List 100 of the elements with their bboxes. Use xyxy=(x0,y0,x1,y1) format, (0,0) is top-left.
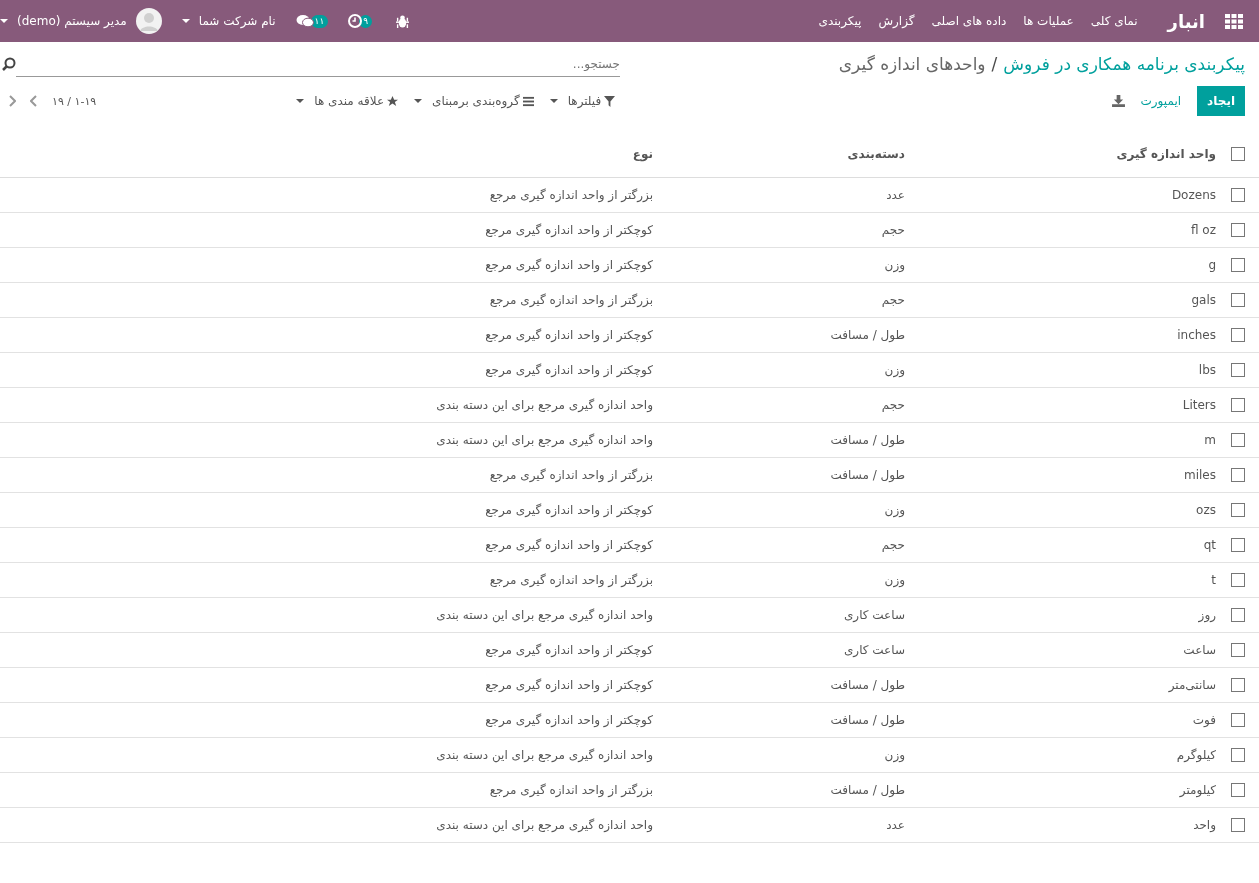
table-cell: عدد xyxy=(654,807,925,843)
table-cell: کوچکتر از واحد اندازه گیری مرجع xyxy=(0,317,654,353)
row-checkbox[interactable] xyxy=(1231,783,1245,798)
table-cell: m xyxy=(925,422,1217,458)
import-link[interactable]: ایمپورت xyxy=(1140,94,1182,108)
row-checkbox[interactable] xyxy=(1231,818,1245,833)
filter-dropdown[interactable]: علاقه مندی ها xyxy=(296,94,399,108)
table-cell: بزرگتر از واحد اندازه گیری مرجع xyxy=(0,562,654,598)
row-checkbox[interactable] xyxy=(1231,398,1245,413)
row-checkbox[interactable] xyxy=(1231,223,1245,238)
table-cell: بزرگتر از واحد اندازه گیری مرجع xyxy=(0,177,654,213)
table-cell: lbs xyxy=(925,352,1217,388)
table-cell: حجم xyxy=(654,527,925,563)
breadcrumb-link[interactable]: پیکربندی برنامه همکاری در فروش xyxy=(1003,54,1245,74)
table-cell: وزن xyxy=(654,737,925,773)
table-cell: طول / مسافت xyxy=(654,457,925,493)
avatar-icon xyxy=(135,8,162,34)
table-cell: واحد اندازه گیری مرجع برای این دسته بندی xyxy=(0,597,654,633)
table-cell: حجم xyxy=(654,282,925,318)
table-cell: واحد اندازه گیری مرجع برای این دسته بندی xyxy=(0,807,654,843)
table-cell: واحد اندازه گیری مرجع برای این دسته بندی xyxy=(0,422,654,458)
table-cell: کیلومتر xyxy=(925,772,1217,808)
bug-icon[interactable] xyxy=(396,14,410,28)
row-checkbox[interactable] xyxy=(1231,503,1245,518)
row-checkbox[interactable] xyxy=(1231,328,1245,343)
select-all-checkbox[interactable] xyxy=(1231,147,1245,162)
menu-item[interactable]: داده های اصلی xyxy=(931,14,1007,28)
row-checkbox[interactable] xyxy=(1231,433,1245,448)
table-cell: بزرگتر از واحد اندازه گیری مرجع xyxy=(0,772,654,808)
menu-item[interactable]: نمای کلی xyxy=(1090,14,1138,28)
pager-value: ۱-۱۹ / ۱۹ xyxy=(52,94,97,108)
previous-page-icon[interactable] xyxy=(8,95,16,107)
table-cell: وزن xyxy=(654,562,925,598)
row-checkbox[interactable] xyxy=(1231,538,1245,553)
table-cell: miles xyxy=(925,457,1217,493)
table-cell: Dozens xyxy=(925,177,1217,213)
table-cell: gals xyxy=(925,282,1217,318)
row-checkbox[interactable] xyxy=(1231,713,1245,728)
create-button[interactable]: ایجاد xyxy=(1197,86,1245,116)
table-cell: g xyxy=(925,247,1217,283)
menu-item[interactable]: پیکربندی xyxy=(818,14,862,28)
table-cell: طول / مسافت xyxy=(654,702,925,738)
table-cell: ساعت کاری xyxy=(654,632,925,668)
table-cell: کوچکتر از واحد اندازه گیری مرجع xyxy=(0,212,654,248)
search-icon[interactable] xyxy=(2,57,16,71)
list-lines-icon xyxy=(522,95,534,107)
table-cell: کوچکتر از واحد اندازه گیری مرجع xyxy=(0,667,654,703)
menu-item[interactable]: عملیات ها xyxy=(1023,14,1074,28)
table-cell: فوت xyxy=(925,702,1217,738)
breadcrumb-current: واحدهای اندازه گیری xyxy=(838,54,986,74)
row-checkbox[interactable] xyxy=(1231,643,1245,658)
row-checkbox[interactable] xyxy=(1231,608,1245,623)
table-cell: وزن xyxy=(654,352,925,388)
row-checkbox[interactable] xyxy=(1231,678,1245,693)
table-cell: ساعت کاری xyxy=(654,597,925,633)
filter-dropdown[interactable]: گروه‌بندی برمبنای xyxy=(414,94,534,108)
table-cell: روز xyxy=(925,597,1217,633)
row-checkbox[interactable] xyxy=(1231,188,1245,203)
table-cell: qt xyxy=(925,527,1217,563)
table-cell: طول / مسافت xyxy=(654,772,925,808)
row-checkbox[interactable] xyxy=(1231,363,1245,378)
download-icon[interactable] xyxy=(1111,95,1125,107)
apps-grid-icon[interactable] xyxy=(1225,13,1243,29)
table-cell: fl oz xyxy=(925,212,1217,248)
filter-funnel-icon xyxy=(604,95,616,107)
search-field[interactable]: جستجو... xyxy=(16,51,620,77)
table-cell: inches xyxy=(925,317,1217,353)
clock-icon[interactable] xyxy=(348,14,363,28)
menu-item[interactable]: گزارش xyxy=(878,14,915,28)
table-cell: کوچکتر از واحد اندازه گیری مرجع xyxy=(0,352,654,388)
table-cell: عدد xyxy=(654,177,925,213)
filter-dropdown[interactable]: فیلترها xyxy=(549,94,616,108)
table-cell: کیلوگرم xyxy=(925,737,1217,773)
table-cell: کوچکتر از واحد اندازه گیری مرجع xyxy=(0,247,654,283)
table-cell: کوچکتر از واحد اندازه گیری مرجع xyxy=(0,632,654,668)
row-checkbox[interactable] xyxy=(1231,468,1245,483)
breadcrumb-separator: / xyxy=(991,54,998,74)
row-checkbox[interactable] xyxy=(1231,573,1245,588)
table-cell: وزن xyxy=(654,492,925,528)
table-cell: ozs xyxy=(925,492,1217,528)
company-switcher[interactable]: نام شرکت شما xyxy=(181,14,276,28)
row-checkbox[interactable] xyxy=(1231,748,1245,763)
column-header[interactable]: واحد اندازه گیری xyxy=(925,131,1217,178)
table-cell: طول / مسافت xyxy=(654,422,925,458)
table-cell: بزرگتر از واحد اندازه گیری مرجع xyxy=(0,457,654,493)
table-cell: واحد xyxy=(925,807,1217,843)
table-cell: کوچکتر از واحد اندازه گیری مرجع xyxy=(0,702,654,738)
table-cell: Liters xyxy=(925,387,1217,423)
column-header[interactable]: دسته‌بندی xyxy=(654,131,925,178)
row-checkbox[interactable] xyxy=(1231,293,1245,308)
table-cell: واحد اندازه گیری مرجع برای این دسته بندی xyxy=(0,737,654,773)
next-page-icon[interactable] xyxy=(30,95,38,107)
column-header[interactable]: نوع xyxy=(0,131,654,178)
table-cell: بزرگتر از واحد اندازه گیری مرجع xyxy=(0,282,654,318)
table-cell: حجم xyxy=(654,212,925,248)
table-cell: t xyxy=(925,562,1217,598)
table-cell: واحد اندازه گیری مرجع برای این دسته بندی xyxy=(0,387,654,423)
user-menu[interactable]: مدیر سیستم (demo) xyxy=(0,8,162,34)
chat-icon[interactable] xyxy=(295,14,314,28)
row-checkbox[interactable] xyxy=(1231,258,1245,273)
